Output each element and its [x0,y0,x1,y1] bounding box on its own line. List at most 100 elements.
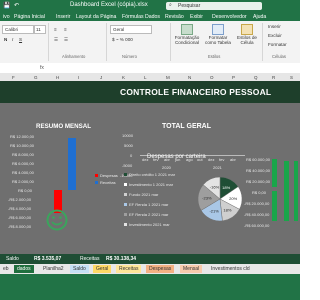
title-bar: 💾 ↶ Dashboard Excel (cópia).xlsx ⌕ Pesqu… [0,0,300,12]
align-left-icon[interactable]: ☰ [54,37,58,43]
saldo-value: R$ 3.535,07 [34,256,62,262]
tab-formulas[interactable]: Fórmulas [122,14,144,20]
legend-swatch [124,213,127,216]
window-title: Dashboard Excel (cópia).xlsx [70,2,148,8]
conditional-format-button[interactable]: Formatação Condicional [172,24,202,45]
tab-arquivo[interactable]: ivo [3,14,10,20]
summary-row: Saldo R$ 3.535,07 Receitas R$ 30.138,34 [0,254,300,264]
insert-cells-button[interactable]: Inserir [268,24,281,29]
tab-home[interactable]: Página Inicial [14,14,45,20]
y-tick: 0 [130,153,133,158]
font-size-select[interactable]: 11 [34,25,46,34]
search-icon: ⌕ [169,2,172,8]
column-header[interactable]: P [232,75,235,80]
right-tick: R$ 20.000,00 [246,179,271,184]
column-header[interactable]: M [166,75,170,80]
number-format-select[interactable]: Geral [110,25,152,34]
divider [48,23,49,61]
sheet-tab[interactable]: Saldo [70,265,89,273]
tab-layout[interactable]: Layout da Página [76,14,116,20]
format-cells-button[interactable]: Formatar [268,42,287,47]
y-tick: 5000 [124,143,133,148]
legend-swatch [124,183,127,186]
right-tick: -R$ 20.000,00 [244,201,270,206]
sheet-tab[interactable]: Planilha2 [40,265,67,273]
column-header[interactable]: R [272,75,275,80]
column-header[interactable]: H [56,75,59,80]
column-header[interactable]: I [78,75,79,80]
search-placeholder: Pesquisar [178,3,201,9]
tab-developer[interactable]: Desenvolvedor [212,14,247,20]
sheet-tabs: eb dados Planilha2 Saldo Geral Receitas … [0,264,300,274]
tab-insert[interactable]: Inserir [56,14,70,20]
pie-label: -23% [202,195,212,200]
ribbon: Calibri 11 N I S ≡ ≡ ☰ ☰ Alinhamento Ger… [0,21,300,64]
cell-styles-button[interactable]: Estilos de Célula [234,24,260,45]
carteira-item: EF Renda 2 2021 mar [129,212,169,217]
carteira-pie: 18% 20% 18% -21% -23% -16% [197,176,243,222]
column-header[interactable]: L [144,75,147,80]
sheet-tab[interactable]: Receitas [116,265,142,273]
year-label: 2021 [213,165,222,170]
column-header[interactable]: N [188,75,191,80]
legend-swatch [124,173,127,176]
column-header[interactable]: O [210,75,214,80]
pie-label: -16% [210,185,220,190]
save-icon[interactable]: 💾 [3,2,10,9]
sheet-tab-dados[interactable]: dados [14,265,34,273]
sheet-tab[interactable]: Despesas [146,265,175,273]
currency-format-buttons[interactable]: $ ~ % 000 [112,37,133,42]
y-tick: R$ 10.000,00 [10,143,35,148]
sheet-tab[interactable]: Investimentos cld [208,265,253,273]
legend-swatch-receitas [95,181,98,184]
sheet-tab[interactable]: eb [0,265,12,273]
y-tick: -5000 [122,163,133,168]
y-tick: R$ 4.000,00 [12,170,34,175]
carteira-item: Direito crédito 1 2021 mar [129,172,176,177]
align-center-icon[interactable]: ☰ [64,37,68,43]
status-bar [0,274,300,300]
format-as-table-button[interactable]: Formatar como Tabela [204,24,232,45]
column-header[interactable]: K [122,75,125,80]
tab-review[interactable]: Revisão [165,14,184,20]
undo-icon[interactable]: ↶ [14,2,19,9]
dashboard: CONTROLE FINANCEIRO PESSOAL RESUMO MENSA… [0,81,300,254]
y-tick: -R$ 6.000,00 [8,215,32,220]
green-bar [294,161,298,221]
legend-swatch [124,193,127,196]
tab-data[interactable]: Dados [145,14,160,20]
bold-button[interactable]: N [4,37,7,42]
right-tick: R$ 0,00 [252,190,267,195]
sheet-tab[interactable]: Geral [93,265,112,273]
group-alignment-label: Alinhamento [62,54,86,59]
column-header[interactable]: S [290,75,293,80]
y-tick: -R$ 8.000,00 [8,224,32,229]
right-tick: -R$ 60.000,00 [244,223,270,228]
legend-swatch [124,203,127,206]
align-middle-icon[interactable]: ≡ [64,27,67,32]
divider [106,23,107,61]
y-tick: R$ 8.000,00 [12,152,34,157]
column-header[interactable]: Q [254,75,258,80]
carteira-item: Investimento 2021 mar [129,222,170,227]
font-name-select[interactable]: Calibri [2,25,34,34]
y-tick: R$ 2.000,00 [12,179,34,184]
align-top-icon[interactable]: ≡ [54,27,57,32]
pie-label: 18% [223,207,231,212]
right-tick: R$ 60.000,00 [246,157,271,162]
right-tick: R$ 40.000,00 [246,168,271,173]
ribbon-tabs: ivo Página Inicial Inserir Layout da Pág… [0,12,300,21]
column-header[interactable]: F [12,75,15,80]
tab-help[interactable]: Ajuda [253,14,266,20]
italic-button[interactable]: I [12,37,13,42]
green-bar [284,161,289,221]
tab-view[interactable]: Exibir [190,14,203,20]
sheet-tab[interactable]: Mensal [180,265,203,273]
column-header[interactable]: J [100,75,102,80]
column-header[interactable]: G [34,75,38,80]
pie-label: -21% [209,208,219,213]
delete-cells-button[interactable]: Excluir [268,33,282,38]
carteira-item: Fundo 2021 mar [129,192,159,197]
search-box[interactable]: ⌕ Pesquisar [166,2,262,10]
underline-button[interactable]: S [19,37,22,42]
